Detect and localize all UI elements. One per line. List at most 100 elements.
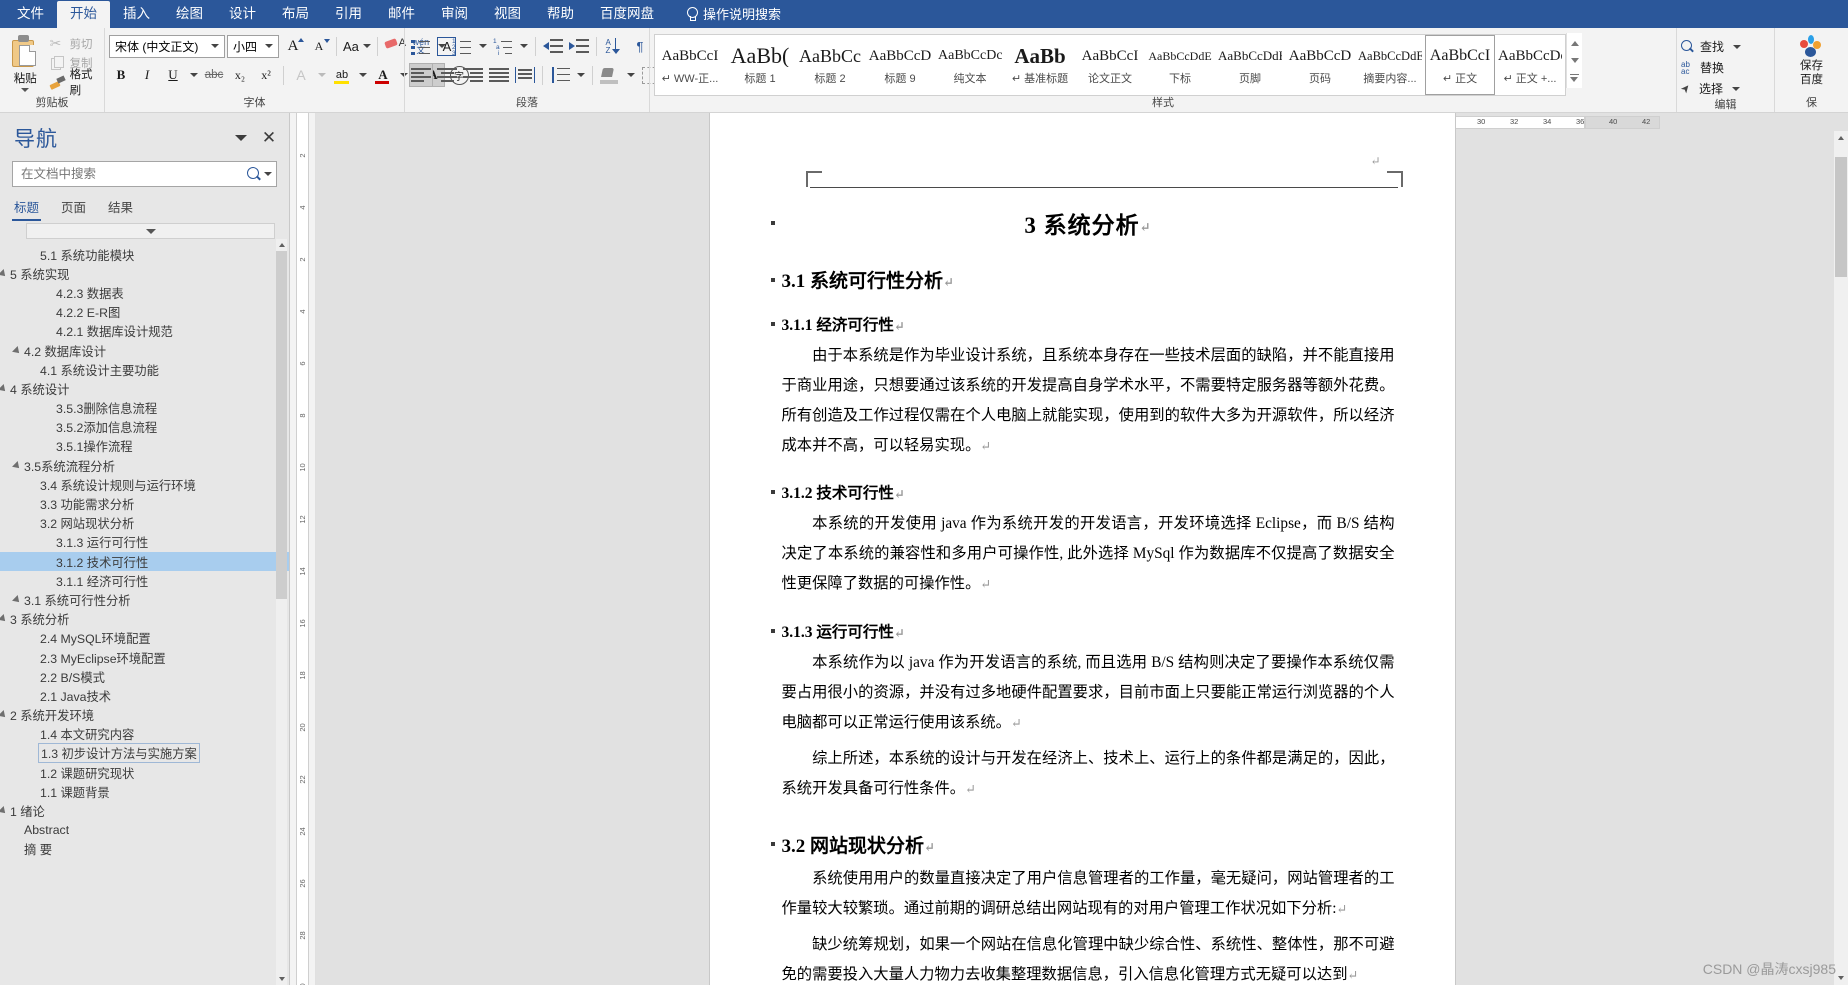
close-icon[interactable]: ✕ bbox=[259, 128, 279, 148]
styles-gallery-scrollbar[interactable] bbox=[1566, 33, 1582, 88]
scrollbar-thumb[interactable] bbox=[276, 251, 287, 599]
document-paragraph[interactable]: 本系统的开发使用 java 作为系统开发的开发语言，开发环境选择 Eclipse… bbox=[782, 509, 1395, 599]
nav-heading-item[interactable]: 3.5.2添加信息流程 bbox=[0, 418, 289, 437]
expand-collapse-icon[interactable] bbox=[10, 345, 24, 356]
distribute-button[interactable] bbox=[513, 63, 537, 87]
nav-heading-item[interactable]: 1.2 课题研究现状 bbox=[0, 763, 289, 782]
nav-heading-item[interactable]: 3.3 功能需求分析 bbox=[0, 494, 289, 513]
strikethrough-button[interactable]: abc bbox=[202, 63, 226, 87]
scroll-down-icon[interactable] bbox=[1834, 971, 1848, 985]
document-heading-h3[interactable]: 3.1.1 经济可行性↵ bbox=[770, 313, 1395, 335]
nav-heading-item[interactable]: 2.1 Java技术 bbox=[0, 686, 289, 705]
nav-heading-item[interactable]: 2.4 MySQL环境配置 bbox=[0, 629, 289, 648]
tab-layout[interactable]: 布局 bbox=[269, 1, 322, 28]
nav-heading-item[interactable]: 2 系统开发环境 bbox=[0, 706, 289, 725]
styles-scroll-down-button[interactable] bbox=[1567, 52, 1582, 69]
text-effects-dropdown[interactable] bbox=[315, 63, 328, 87]
align-right-button[interactable] bbox=[461, 63, 485, 87]
superscript-button[interactable]: x² bbox=[254, 63, 278, 87]
navigation-scrollbar[interactable] bbox=[276, 239, 287, 985]
grow-font-button[interactable]: A bbox=[281, 34, 305, 58]
text-effects-button[interactable]: A bbox=[289, 63, 313, 87]
nav-heading-item[interactable]: 3.5.3删除信息流程 bbox=[0, 399, 289, 418]
font-name-combobox[interactable]: 宋体 (中文正文) bbox=[109, 34, 225, 58]
highlight-color-button[interactable]: ab bbox=[330, 63, 354, 87]
style-item[interactable]: AaBbCcI ↵ WW-正... bbox=[655, 35, 725, 95]
document-heading-h2[interactable]: 3.2 网站现状分析↵ bbox=[770, 831, 1395, 858]
page-content[interactable]: ↵ 3 系统分析↵ 3.1 系统可行性分析↵ 3.1.1 经济可行性↵ 由于本系统是作… bbox=[710, 113, 1455, 985]
subscript-button[interactable]: x₂ bbox=[228, 63, 252, 87]
nav-heading-item[interactable]: 5.1 系统功能模块 bbox=[0, 245, 289, 264]
style-item[interactable]: AaBbCcDc 纯文本 bbox=[935, 35, 1005, 95]
nav-heading-item[interactable]: 3.1.2 技术可行性 bbox=[0, 552, 289, 572]
expand-collapse-icon[interactable] bbox=[0, 806, 10, 816]
tab-help[interactable]: 帮助 bbox=[534, 1, 587, 28]
shading-button[interactable] bbox=[598, 63, 622, 87]
tab-mailings[interactable]: 邮件 bbox=[375, 1, 428, 28]
nav-heading-item[interactable]: 2.3 MyEclipse环境配置 bbox=[0, 648, 289, 667]
chevron-down-icon[interactable] bbox=[262, 44, 276, 48]
document-heading-h2[interactable]: 3.1 系统可行性分析↵ bbox=[770, 266, 1395, 293]
chevron-down-icon[interactable] bbox=[262, 172, 274, 176]
document-paragraph[interactable]: 由于本系统是作为毕业设计系统，且系统本身存在一些技术层面的缺陷，并不能直接用于商… bbox=[782, 341, 1395, 461]
tab-draw[interactable]: 绘图 bbox=[163, 1, 216, 28]
font-color-button[interactable]: A bbox=[371, 63, 395, 87]
bold-button[interactable]: B bbox=[109, 63, 133, 87]
scroll-down-icon[interactable] bbox=[276, 973, 287, 985]
chevron-down-icon[interactable] bbox=[21, 88, 30, 92]
style-item[interactable]: AaBbCcD 标题 9 bbox=[865, 35, 935, 95]
numbering-dropdown[interactable] bbox=[476, 34, 489, 58]
line-spacing-button[interactable] bbox=[548, 63, 572, 87]
style-item[interactable]: AaBb ↵ 基准标题 bbox=[1005, 35, 1075, 95]
nav-heading-item[interactable]: 4.2.2 E-R图 bbox=[0, 303, 289, 322]
nav-heading-item[interactable]: 4.2 数据库设计 bbox=[0, 341, 289, 360]
nav-heading-item[interactable]: 3.1.3 运行可行性 bbox=[0, 533, 289, 552]
expand-collapse-icon[interactable] bbox=[0, 383, 10, 394]
find-button[interactable]: 查找 bbox=[1681, 36, 1742, 57]
increase-indent-button[interactable] bbox=[567, 34, 591, 58]
document-heading-h1[interactable]: 3 系统分析↵ bbox=[770, 206, 1395, 240]
nav-heading-item[interactable]: 3.1 系统可行性分析 bbox=[0, 590, 289, 609]
style-item[interactable]: AaBb(标题 1 bbox=[725, 35, 795, 95]
scrollbar-thumb[interactable] bbox=[1835, 157, 1847, 277]
multilevel-list-dropdown[interactable] bbox=[517, 34, 530, 58]
style-item[interactable]: AaBbCc 标题 2 bbox=[795, 35, 865, 95]
expand-collapse-icon[interactable] bbox=[0, 268, 10, 279]
tab-view[interactable]: 视图 bbox=[481, 1, 534, 28]
nav-heading-item[interactable]: 1.3 初步设计方法与实施方案 bbox=[0, 743, 289, 764]
navigation-heading-list[interactable]: 5.1 系统功能模块 5 系统实现 4.2.3 数据表 4.2.2 E-R图 4.2.1… bbox=[0, 239, 289, 985]
nav-heading-item[interactable]: 4 系统设计 bbox=[0, 379, 289, 398]
nav-heading-item[interactable]: 3.2 网站现状分析 bbox=[0, 514, 289, 533]
search-icon[interactable] bbox=[247, 166, 262, 182]
style-item[interactable]: AaBbCcDc ↵ 正文 +... bbox=[1495, 35, 1565, 95]
nav-heading-item[interactable]: 1.1 课题背景 bbox=[0, 782, 289, 801]
italic-button[interactable]: I bbox=[135, 63, 159, 87]
styles-scroll-up-button[interactable] bbox=[1567, 35, 1582, 52]
align-left-button[interactable] bbox=[409, 63, 433, 87]
document-paragraph[interactable]: 本系统作为以 java 作为开发语言的系统, 而且选用 B/S 结构则决定了要操… bbox=[782, 648, 1395, 738]
align-center-button[interactable] bbox=[435, 63, 459, 87]
nav-heading-item[interactable]: 3.5.1操作流程 bbox=[0, 437, 289, 456]
scroll-up-icon[interactable] bbox=[1834, 131, 1848, 145]
justify-button[interactable] bbox=[487, 63, 511, 87]
tab-home[interactable]: 开始 bbox=[57, 1, 110, 28]
font-size-combobox[interactable]: 小四 bbox=[227, 34, 279, 58]
expand-collapse-icon[interactable] bbox=[0, 614, 10, 625]
multilevel-list-button[interactable]: 1 a i bbox=[491, 34, 515, 58]
nav-heading-item[interactable]: 3.1.1 经济可行性 bbox=[0, 571, 289, 590]
highlight-dropdown[interactable] bbox=[356, 63, 369, 87]
nav-heading-item[interactable]: 5 系统实现 bbox=[0, 264, 289, 283]
style-item[interactable]: AaBbCcD 页码 bbox=[1285, 35, 1355, 95]
baidu-netdisk-icon[interactable] bbox=[1799, 35, 1824, 59]
nav-heading-item[interactable]: 4.2.1 数据库设计规范 bbox=[0, 322, 289, 341]
search-input[interactable] bbox=[19, 166, 247, 182]
tab-file[interactable]: 文件 bbox=[4, 1, 57, 28]
expand-collapse-icon[interactable] bbox=[10, 460, 24, 471]
navigation-collapse-bar[interactable] bbox=[26, 223, 275, 239]
tell-me-search[interactable]: 操作说明搜索 bbox=[685, 4, 781, 28]
shading-dropdown[interactable] bbox=[624, 63, 637, 87]
nav-heading-item[interactable]: 4.1 系统设计主要功能 bbox=[0, 360, 289, 379]
nav-heading-item[interactable]: 摘 要 bbox=[0, 840, 289, 859]
underline-dropdown[interactable] bbox=[187, 63, 200, 87]
nav-tab-results[interactable]: 结果 bbox=[108, 197, 133, 221]
